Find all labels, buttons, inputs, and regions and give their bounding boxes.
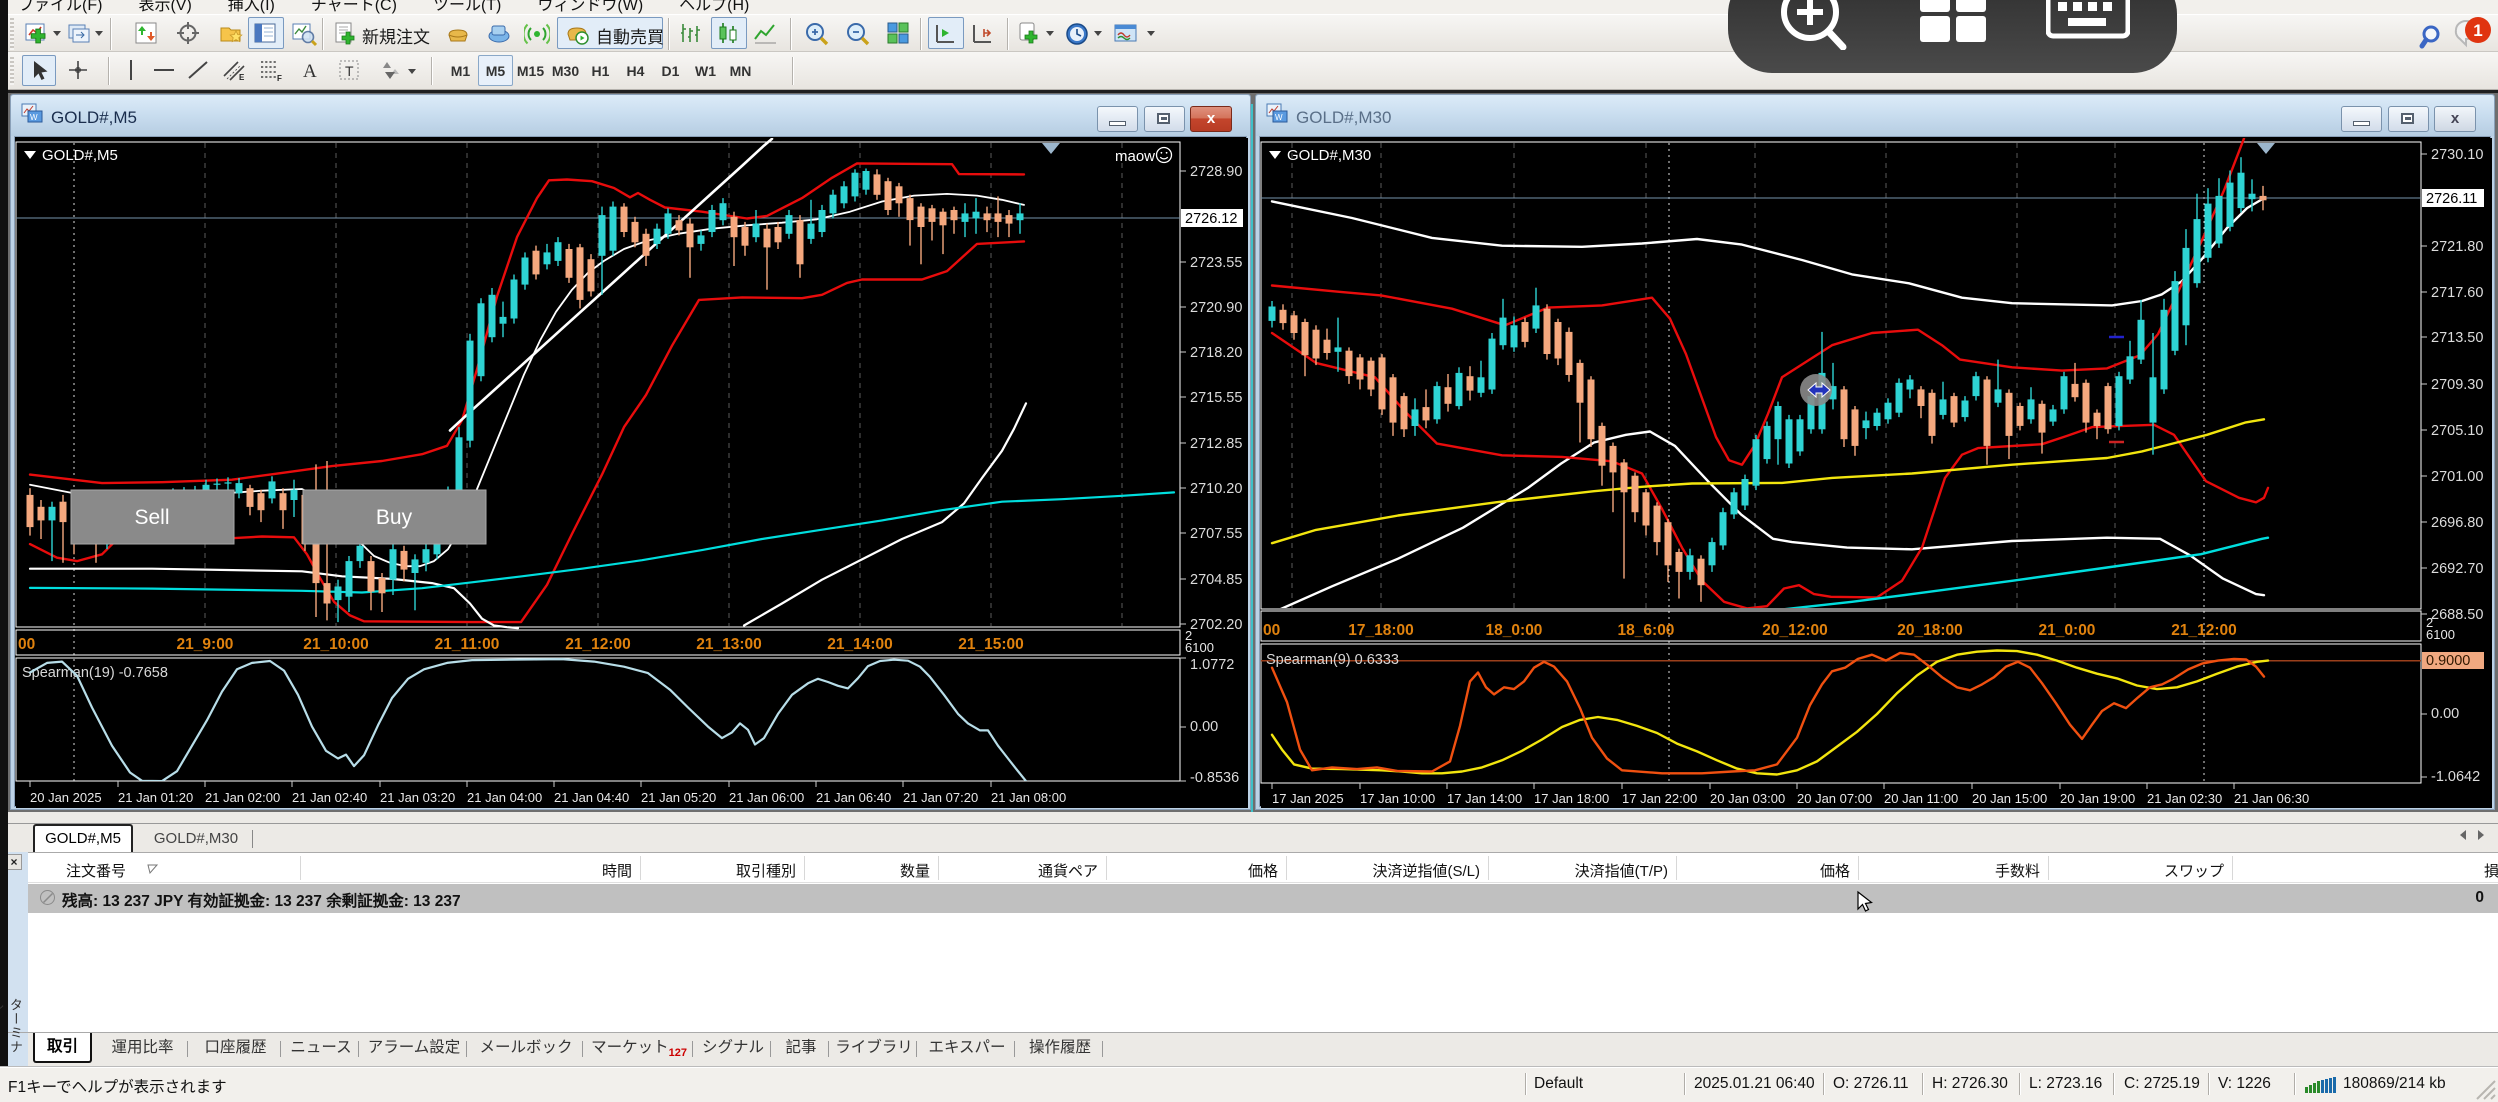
svg-text:21 Jan 02:00: 21 Jan 02:00	[205, 790, 280, 805]
svg-text:2717.60: 2717.60	[2431, 285, 2483, 301]
svg-text:00: 00	[18, 636, 35, 653]
svg-text:2728.90: 2728.90	[1190, 164, 1242, 180]
svg-text:21 Jan 04:00: 21 Jan 04:00	[467, 790, 542, 805]
svg-text:2696.80: 2696.80	[2431, 515, 2483, 531]
svg-text:2713.50: 2713.50	[2431, 330, 2483, 346]
svg-text:17 Jan 14:00: 17 Jan 14:00	[1447, 791, 1522, 806]
svg-text:20 Jan 07:00: 20 Jan 07:00	[1797, 791, 1872, 806]
svg-text:W: W	[1275, 113, 1283, 122]
svg-text:2715.55: 2715.55	[1190, 390, 1242, 406]
svg-text:21 Jan 02:40: 21 Jan 02:40	[292, 790, 367, 805]
svg-text:-0.8536: -0.8536	[1190, 770, 1239, 786]
svg-text:T: T	[345, 63, 354, 79]
svg-text:21_0:00: 21_0:00	[2039, 622, 2096, 639]
svg-text:2723.55: 2723.55	[1190, 255, 1242, 271]
svg-text:2704.85: 2704.85	[1190, 572, 1242, 588]
svg-text:2701.00: 2701.00	[2431, 469, 2483, 485]
svg-text:20_18:00: 20_18:00	[1897, 622, 1963, 639]
svg-text:6100: 6100	[2426, 627, 2455, 642]
svg-text:-1.0642: -1.0642	[2431, 769, 2480, 785]
svg-text:21 Jan 05:20: 21 Jan 05:20	[641, 790, 716, 805]
svg-text:1.0772: 1.0772	[1190, 657, 1234, 673]
svg-text:21 Jan 02:30: 21 Jan 02:30	[2147, 791, 2222, 806]
svg-text:17_18:00: 17_18:00	[1348, 622, 1414, 639]
svg-text:GOLD#,M30: GOLD#,M30	[1287, 147, 1371, 164]
svg-text:F: F	[277, 74, 282, 83]
svg-text:18_6:00: 18_6:00	[1618, 622, 1675, 639]
svg-text:18_0:00: 18_0:00	[1486, 622, 1543, 639]
svg-text:2721.80: 2721.80	[2431, 239, 2483, 255]
svg-text:Buy: Buy	[376, 506, 413, 529]
svg-text:2707.55: 2707.55	[1190, 526, 1242, 542]
svg-text:0.9000: 0.9000	[2426, 653, 2470, 669]
svg-text:W: W	[30, 113, 38, 122]
svg-text:2702.20: 2702.20	[1190, 617, 1242, 633]
svg-text:2688.50: 2688.50	[2431, 607, 2483, 623]
svg-text:20 Jan 11:00: 20 Jan 11:00	[1884, 791, 1958, 806]
svg-text:2718.20: 2718.20	[1190, 345, 1242, 361]
svg-text:21 Jan 04:40: 21 Jan 04:40	[554, 790, 629, 805]
svg-text:6100: 6100	[1185, 640, 1214, 655]
svg-text:Spearman(9) 0.6333: Spearman(9) 0.6333	[1266, 652, 1399, 668]
svg-text:Spearman(19) -0.7658: Spearman(19) -0.7658	[22, 665, 168, 681]
svg-text:21_10:00: 21_10:00	[303, 636, 369, 653]
svg-text:21_13:00: 21_13:00	[696, 636, 762, 653]
svg-text:21 Jan 03:20: 21 Jan 03:20	[380, 790, 455, 805]
svg-text:E: E	[239, 73, 245, 82]
svg-text:21_12:00: 21_12:00	[2171, 622, 2237, 639]
svg-text:21_15:00: 21_15:00	[958, 636, 1024, 653]
svg-text:2710.20: 2710.20	[1190, 481, 1242, 497]
svg-text:21 Jan 01:20: 21 Jan 01:20	[118, 790, 193, 805]
svg-text:21 Jan 08:00: 21 Jan 08:00	[991, 790, 1066, 805]
svg-text:2709.30: 2709.30	[2431, 377, 2483, 393]
svg-text:21_14:00: 21_14:00	[827, 636, 893, 653]
svg-text:2692.70: 2692.70	[2431, 561, 2483, 577]
svg-text:A: A	[303, 61, 317, 82]
svg-text:21 Jan 07:20: 21 Jan 07:20	[903, 790, 978, 805]
svg-text:2705.10: 2705.10	[2431, 423, 2483, 439]
svg-text:20 Jan 2025: 20 Jan 2025	[30, 790, 102, 805]
svg-text:21_12:00: 21_12:00	[565, 636, 631, 653]
svg-text:0.00: 0.00	[2431, 706, 2459, 722]
svg-text:GOLD#,M5: GOLD#,M5	[42, 147, 118, 164]
svg-text:17 Jan 10:00: 17 Jan 10:00	[1360, 791, 1435, 806]
svg-text:00: 00	[1263, 622, 1280, 639]
svg-text:20_12:00: 20_12:00	[1762, 622, 1828, 639]
svg-text:20 Jan 19:00: 20 Jan 19:00	[2060, 791, 2135, 806]
svg-text:21_11:00: 21_11:00	[435, 636, 500, 653]
svg-text:2730.10: 2730.10	[2431, 147, 2483, 163]
svg-text:21_9:00: 21_9:00	[177, 636, 234, 653]
svg-text:maow: maow	[1115, 148, 1155, 165]
svg-text:20 Jan 03:00: 20 Jan 03:00	[1710, 791, 1785, 806]
svg-text:0.00: 0.00	[1190, 719, 1218, 735]
svg-text:21 Jan 06:40: 21 Jan 06:40	[816, 790, 891, 805]
svg-text:21 Jan 06:30: 21 Jan 06:30	[2234, 791, 2309, 806]
svg-text:17 Jan 22:00: 17 Jan 22:00	[1622, 791, 1697, 806]
svg-text:2720.90: 2720.90	[1190, 300, 1242, 316]
svg-text:2712.85: 2712.85	[1190, 436, 1242, 452]
svg-text:1: 1	[2473, 21, 2482, 40]
svg-text:20 Jan 15:00: 20 Jan 15:00	[1972, 791, 2047, 806]
svg-text:21 Jan 06:00: 21 Jan 06:00	[729, 790, 804, 805]
svg-text:2726.12: 2726.12	[1185, 211, 1237, 227]
svg-text:17 Jan 18:00: 17 Jan 18:00	[1534, 791, 1609, 806]
svg-text:Sell: Sell	[134, 506, 169, 529]
svg-text:17 Jan 2025: 17 Jan 2025	[1272, 791, 1344, 806]
svg-text:2726.11: 2726.11	[2426, 191, 2477, 207]
